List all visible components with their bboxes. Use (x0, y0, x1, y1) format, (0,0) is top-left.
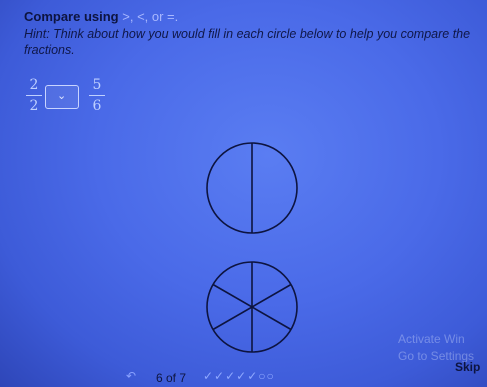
back-arrow-icon[interactable]: ↶ (126, 369, 136, 383)
left-fraction-bar (26, 95, 42, 96)
skip-button[interactable]: Skip (455, 360, 480, 374)
hint-text: Hint: Think about how you would fill in … (24, 27, 471, 57)
chevron-down-icon: ⌄ (57, 90, 67, 102)
left-fraction: 2 2 (26, 77, 42, 114)
right-fraction-bar (89, 95, 105, 96)
left-denominator: 2 (29, 98, 39, 114)
circle-halves[interactable] (203, 139, 301, 237)
circle-sixths[interactable] (203, 258, 301, 356)
progress-marks: ✓✓✓✓✓○○ (203, 369, 275, 383)
comparison-symbols: >, <, or =. (122, 9, 179, 24)
right-fraction: 5 6 (89, 77, 105, 114)
right-numerator: 5 (92, 77, 102, 93)
question-title: Compare using (24, 9, 119, 24)
comparison-dropdown[interactable]: ⌄ (45, 85, 79, 109)
left-numerator: 2 (29, 77, 39, 93)
watermark-line-1: Activate Win (398, 332, 465, 346)
right-denominator: 6 (92, 98, 102, 114)
page-count: 6 of 7 (156, 371, 187, 385)
question-prompt: Compare using >, <, or =. (24, 8, 484, 25)
